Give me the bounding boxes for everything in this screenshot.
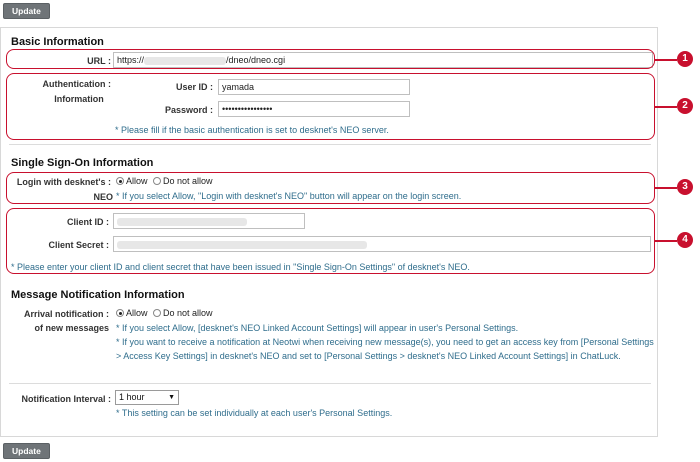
sso-title: Single Sign-On Information <box>11 157 154 169</box>
arrival-allow-label: Allow <box>126 308 148 318</box>
arrival-note-1: * If you select Allow, [desknet's NEO Li… <box>116 323 519 333</box>
divider <box>9 383 651 384</box>
divider <box>9 144 651 145</box>
callout-badge-4: 4 <box>677 232 693 248</box>
callout-box-4 <box>6 208 655 274</box>
basic-info-title: Basic Information <box>11 36 104 48</box>
arrival-radio-group: Allow Do not allow <box>116 308 213 318</box>
callout-box-3 <box>6 172 655 204</box>
arrival-allow-radio[interactable] <box>116 309 124 317</box>
arrival-deny-radio[interactable] <box>153 309 162 317</box>
callout-connector-3 <box>655 187 677 189</box>
callout-box-2 <box>6 73 655 140</box>
callout-connector-1 <box>655 59 677 61</box>
update-button-top[interactable]: Update <box>3 3 50 19</box>
arrival-label-1: Arrival notification : <box>23 309 109 319</box>
message-title: Message Notification Information <box>11 289 185 301</box>
update-button-bottom[interactable]: Update <box>3 443 50 459</box>
interval-note: * This setting can be set individually a… <box>116 408 393 418</box>
callout-badge-1: 1 <box>677 51 693 67</box>
callout-connector-2 <box>655 106 677 108</box>
arrival-deny-label: Do not allow <box>163 308 213 318</box>
interval-select[interactable]: 1 hour ▼ <box>115 390 179 405</box>
callout-box-1 <box>6 49 655 69</box>
chevron-down-icon: ▼ <box>168 394 175 401</box>
arrival-note-2: * If you want to receive a notification … <box>116 337 654 361</box>
arrival-label-2: of new messages <box>34 323 109 333</box>
callout-badge-3: 3 <box>677 179 693 195</box>
callout-connector-4 <box>655 240 677 242</box>
callout-badge-2: 2 <box>677 98 693 114</box>
interval-label: Notification Interval : <box>21 394 111 404</box>
interval-value: 1 hour <box>119 392 145 402</box>
